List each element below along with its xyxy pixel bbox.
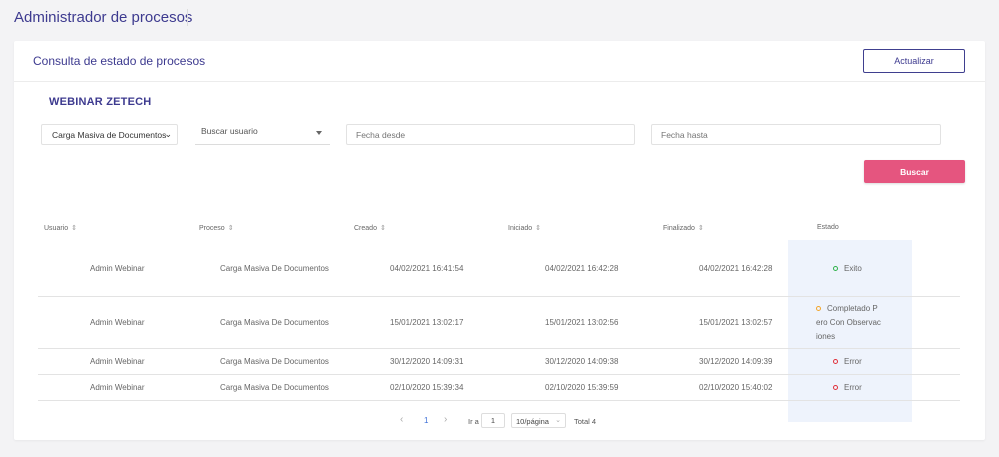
cell-creado: 04/02/2021 16:41:54 <box>390 264 464 273</box>
column-header-usuario[interactable]: Usuario ⇕ <box>44 224 77 232</box>
sort-icon[interactable]: ⇕ <box>535 225 541 232</box>
column-header-estado: Estado <box>817 224 839 231</box>
process-status-card: Consulta de estado de procesos Actualiza… <box>14 41 985 440</box>
user-search-select[interactable]: Buscar usuario <box>195 124 330 145</box>
cell-estado: Exito <box>833 264 862 273</box>
header-label: Creado <box>354 225 377 232</box>
process-table: Usuario ⇕ Proceso ⇕ Creado ⇕ Iniciado ⇕ Fina… <box>38 212 960 422</box>
sort-icon[interactable]: ⇕ <box>71 225 77 232</box>
cell-proceso: Carga Masiva De Documentos <box>220 264 329 273</box>
cell-iniciado: 30/12/2020 14:09:38 <box>545 357 619 366</box>
status-text-line: iones <box>816 332 836 341</box>
cell-proceso: Carga Masiva De Documentos <box>220 383 329 392</box>
status-dot-icon <box>816 306 821 311</box>
cell-estado: Completado P ero Con Observac iones <box>816 302 896 344</box>
user-search-placeholder: Buscar usuario <box>201 126 258 136</box>
app-title: Administrador de procesos <box>14 9 193 26</box>
card-header: Consulta de estado de procesos Actualiza… <box>14 41 985 82</box>
table-row[interactable]: Admin Webinar Carga Masiva De Documentos… <box>38 297 960 349</box>
table-row[interactable]: Admin Webinar Carga Masiva De Documentos… <box>38 375 960 401</box>
sort-icon[interactable]: ⇕ <box>698 225 704 232</box>
chevron-down-icon: ⌄ <box>164 129 172 139</box>
goto-page-input[interactable] <box>481 413 505 428</box>
sort-icon[interactable]: ⇕ <box>228 225 234 232</box>
status-dot-icon <box>833 359 838 364</box>
cell-usuario: Admin Webinar <box>90 318 145 327</box>
cell-finalizado: 02/10/2020 15:40:02 <box>699 383 773 392</box>
table-row[interactable]: Admin Webinar Carga Masiva De Documentos… <box>38 240 960 297</box>
goto-label: Ir a <box>468 417 479 426</box>
status-text: Error <box>844 357 862 366</box>
refresh-button[interactable]: Actualizar <box>863 49 965 73</box>
cell-proceso: Carga Masiva De Documentos <box>220 318 329 327</box>
cell-iniciado: 02/10/2020 15:39:59 <box>545 383 619 392</box>
cell-finalizado: 04/02/2021 16:42:28 <box>699 264 773 273</box>
status-dot-icon <box>833 266 838 271</box>
column-header-finalizado[interactable]: Finalizado ⇕ <box>663 224 704 232</box>
total-count: Total 4 <box>574 417 597 426</box>
cell-estado: Error <box>833 357 862 366</box>
search-button[interactable]: Buscar <box>864 160 965 183</box>
date-to-input[interactable] <box>651 124 941 145</box>
cell-iniciado: 04/02/2021 16:42:28 <box>545 264 619 273</box>
cell-estado: Error <box>833 383 862 392</box>
cell-finalizado: 30/12/2020 14:09:39 <box>699 357 773 366</box>
column-header-proceso[interactable]: Proceso ⇕ <box>199 224 234 232</box>
cell-iniciado: 15/01/2021 13:02:56 <box>545 318 619 327</box>
cell-finalizado: 15/01/2021 13:02:57 <box>699 318 773 327</box>
status-text-line: ero Con Observac <box>816 318 881 327</box>
next-page-icon[interactable]: › <box>444 414 447 425</box>
page-size-value: 10/página <box>516 417 549 426</box>
cell-proceso: Carga Masiva De Documentos <box>220 357 329 366</box>
caret-down-icon <box>316 131 322 135</box>
status-dot-icon <box>833 385 838 390</box>
header-label: Proceso <box>199 225 225 232</box>
header-label: Iniciado <box>508 225 533 232</box>
column-header-creado[interactable]: Creado ⇕ <box>354 224 386 232</box>
cell-usuario: Admin Webinar <box>90 357 145 366</box>
cell-usuario: Admin Webinar <box>90 383 145 392</box>
title-divider <box>187 9 188 26</box>
card-title: Consulta de estado de procesos <box>33 54 206 68</box>
sort-icon[interactable]: ⇕ <box>380 225 386 232</box>
process-select[interactable]: Carga Masiva de Documentos ⌄ <box>41 124 178 145</box>
status-text: Error <box>844 383 862 392</box>
page-number-current[interactable]: 1 <box>424 416 428 425</box>
chevron-down-icon: ⌄ <box>555 417 561 424</box>
cell-creado: 30/12/2020 14:09:31 <box>390 357 464 366</box>
header-label: Usuario <box>44 225 69 232</box>
cell-usuario: Admin Webinar <box>90 264 145 273</box>
process-select-value: Carga Masiva de Documentos <box>52 130 167 140</box>
cell-creado: 02/10/2020 15:39:34 <box>390 383 464 392</box>
status-text-line: Completado P <box>827 304 878 313</box>
status-text: Exito <box>844 264 862 273</box>
column-header-iniciado[interactable]: Iniciado ⇕ <box>508 224 541 232</box>
company-name: WEBINAR ZETECH <box>49 96 152 108</box>
table-row[interactable]: Admin Webinar Carga Masiva De Documentos… <box>38 349 960 375</box>
prev-page-icon[interactable]: ‹ <box>400 414 403 425</box>
header-label: Finalizado <box>663 225 695 232</box>
cell-creado: 15/01/2021 13:02:17 <box>390 318 464 327</box>
date-from-input[interactable] <box>346 124 635 145</box>
page-size-select[interactable]: 10/página ⌄ <box>511 413 566 428</box>
